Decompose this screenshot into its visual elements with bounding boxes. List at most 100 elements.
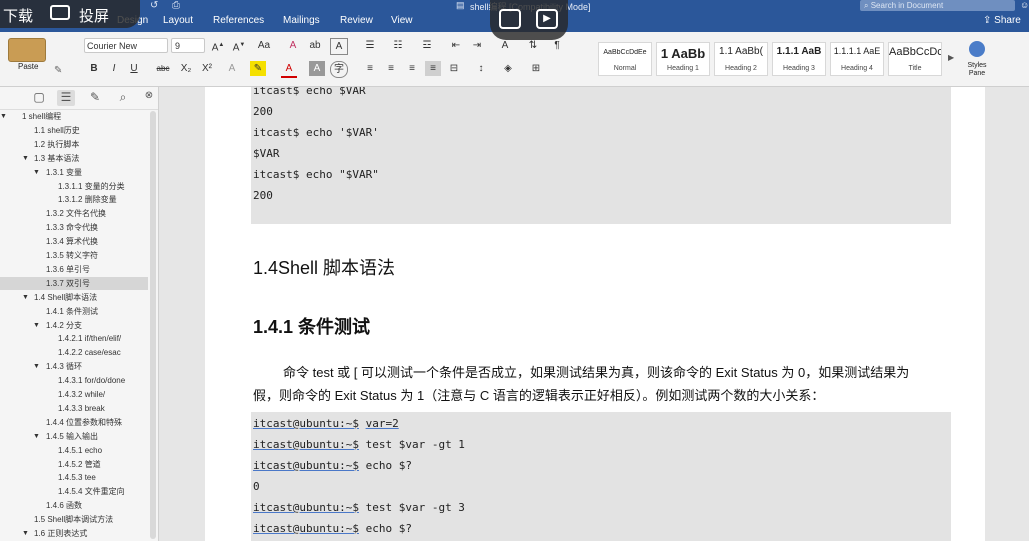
style-normal[interactable]: AaBbCcDdEe Normal <box>598 42 652 76</box>
justify-icon[interactable]: ≡ <box>425 61 441 76</box>
disclosure-triangle-icon[interactable]: ▼ <box>33 166 40 179</box>
increase-indent-icon[interactable]: ⇥ <box>469 38 485 53</box>
play-icon[interactable]: ▶ <box>536 9 558 29</box>
phonetic-icon[interactable]: ab <box>307 38 323 53</box>
undo-icon[interactable]: ↺ <box>150 0 158 11</box>
outline-item[interactable]: 1.3.1.2 删除变量 <box>0 193 148 206</box>
print-icon[interactable]: ⎙ <box>172 0 180 11</box>
profile-icon[interactable]: ☺ <box>1020 0 1029 10</box>
disclosure-triangle-icon[interactable]: ▼ <box>0 110 7 123</box>
disclosure-triangle-icon[interactable]: ▼ <box>22 291 29 304</box>
outline-item[interactable]: 1.4.2.1 if/then/elif/ <box>0 332 148 345</box>
share-button[interactable]: ⇪ Share <box>983 15 1021 26</box>
tab-mailings[interactable]: Mailings <box>283 15 320 26</box>
outline-item[interactable]: 1.3.7 双引号 <box>0 276 148 290</box>
font-size-select[interactable]: 9 <box>171 38 205 53</box>
style-title[interactable]: AaBbCcDc Title <box>888 42 942 76</box>
outline-item[interactable]: ▼ 1.3 基本语法 <box>0 152 148 165</box>
outline-item[interactable]: ▼ 1.4.3 循环 <box>0 360 148 373</box>
tab-review[interactable]: Review <box>340 15 373 26</box>
outline-item[interactable]: 1.4.5.3 tee <box>0 471 148 484</box>
outline-item[interactable]: 1.4.2.2 case/esac <box>0 346 148 359</box>
line-spacing-icon[interactable]: ↕ <box>473 61 489 76</box>
outline-item[interactable]: 1.3.2 文件名代换 <box>0 207 148 220</box>
borders-icon[interactable]: ⊞ <box>528 61 544 76</box>
bold-icon[interactable]: B <box>86 61 102 76</box>
distributed-icon[interactable]: ⊟ <box>446 61 462 76</box>
enclose-char-icon[interactable]: 字 <box>330 61 348 78</box>
char-shading-icon[interactable]: A <box>309 61 325 76</box>
bullets-icon[interactable]: ☰ <box>362 38 378 53</box>
highlight-icon[interactable]: ✎ <box>250 61 266 76</box>
format-painter-icon[interactable]: ✎ <box>54 65 62 76</box>
outline-item[interactable]: 1.4.6 函数 <box>0 499 148 512</box>
outline-item[interactable]: ▼ 1.3.1 变量 <box>0 166 148 179</box>
cast-icon[interactable] <box>50 5 70 20</box>
numbering-icon[interactable]: ☷ <box>390 38 406 53</box>
disclosure-triangle-icon[interactable]: ▼ <box>33 319 40 332</box>
asian-layout-icon[interactable]: A <box>497 38 513 53</box>
subscript-icon[interactable]: X₂ <box>178 61 194 76</box>
change-case-icon[interactable]: Aa <box>256 38 272 53</box>
close-icon[interactable]: ⊗ <box>140 90 158 106</box>
outline-item[interactable]: ▼ 1 shell编程 <box>0 110 148 123</box>
strikethrough-icon[interactable]: abc <box>155 61 171 76</box>
tab-view[interactable]: View <box>391 15 413 26</box>
outline-item[interactable]: ▼ 1.4.2 分支 <box>0 319 148 332</box>
paste-icon[interactable] <box>8 38 46 62</box>
outline-item[interactable]: 1.3.1.1 变量的分类 <box>0 180 148 193</box>
char-border-icon[interactable]: A <box>330 38 348 55</box>
style-heading-3[interactable]: 1.1.1 AaB Heading 3 <box>772 42 826 76</box>
thumbnails-icon[interactable]: ▢ <box>30 90 48 106</box>
italic-icon[interactable]: I <box>106 61 122 76</box>
search-input[interactable]: ⌕ Search in Document <box>860 0 1015 11</box>
disclosure-triangle-icon[interactable]: ▼ <box>33 360 40 373</box>
tab-layout[interactable]: Layout <box>163 15 193 26</box>
search-icon[interactable]: ⌕ <box>114 90 132 106</box>
pip-icon[interactable] <box>499 9 521 29</box>
disclosure-triangle-icon[interactable]: ▼ <box>33 430 40 443</box>
outline-item[interactable]: 1.4.3.1 for/do/done <box>0 374 148 387</box>
font-color-icon[interactable]: A <box>281 61 297 78</box>
outline-item[interactable]: 1.4.5.2 管道 <box>0 458 148 471</box>
show-marks-icon[interactable]: ¶ <box>549 38 565 53</box>
outline-item[interactable]: 1.3.3 命令代换 <box>0 221 148 234</box>
disclosure-triangle-icon[interactable]: ▼ <box>22 152 29 165</box>
styles-pane-icon[interactable] <box>969 41 985 57</box>
sidebar-scrollbar[interactable] <box>150 111 156 539</box>
cast-label[interactable]: 投屏 <box>79 5 109 26</box>
reviewing-icon[interactable]: ✎ <box>86 90 104 106</box>
download-label[interactable]: 下载 <box>3 5 33 26</box>
grow-font-icon[interactable]: A▲ <box>210 38 226 53</box>
outline-item[interactable]: 1.4.1 条件测试 <box>0 305 148 318</box>
styles-more-icon[interactable]: ▶ <box>948 53 954 62</box>
style-heading-4[interactable]: 1.1.1.1 AaE Heading 4 <box>830 42 884 76</box>
outline-item[interactable]: 1.4.5.4 文件重定向 <box>0 485 148 498</box>
decrease-indent-icon[interactable]: ⇤ <box>448 38 464 53</box>
outline-item[interactable]: ▼ 1.4 Shell脚本语法 <box>0 291 148 304</box>
multilevel-list-icon[interactable]: ☲ <box>419 38 435 53</box>
align-center-icon[interactable]: ≡ <box>383 61 399 76</box>
outline-item[interactable]: 1.2 执行脚本 <box>0 138 148 151</box>
outline-item[interactable]: ▼ 1.6 正则表达式 <box>0 527 148 540</box>
align-left-icon[interactable]: ≡ <box>362 61 378 76</box>
sort-icon[interactable]: ⇅ <box>525 38 541 53</box>
style-heading-2[interactable]: 1.1 AaBb(Heading 2 <box>714 42 768 76</box>
shrink-font-icon[interactable]: A▼ <box>231 38 247 53</box>
font-name-select[interactable]: Courier New <box>84 38 168 53</box>
outline-item[interactable]: 1.4.3.2 while/ <box>0 388 148 401</box>
underline-icon[interactable]: U <box>126 61 142 76</box>
outline-item[interactable]: 1.1 shell历史 <box>0 124 148 137</box>
outline-item[interactable]: 1.5 Shell脚本调试方法 <box>0 513 148 526</box>
outline-item[interactable]: ▼ 1.4.5 输入输出 <box>0 430 148 443</box>
outline-item[interactable]: 1.3.6 单引号 <box>0 263 148 276</box>
outline-item[interactable]: 1.3.4 算术代换 <box>0 235 148 248</box>
style-heading-1[interactable]: 1 AaBb Heading 1 <box>656 42 710 76</box>
outline-item[interactable]: 1.4.5.1 echo <box>0 444 148 457</box>
shading-icon[interactable]: ◈ <box>500 61 516 76</box>
outline-item[interactable]: 1.4.3.3 break <box>0 402 148 415</box>
disclosure-triangle-icon[interactable]: ▼ <box>22 527 29 540</box>
outline-icon[interactable]: ☰ <box>57 90 75 106</box>
superscript-icon[interactable]: X² <box>199 61 215 76</box>
outline-item[interactable]: 1.4.4 位置参数和特殊 <box>0 416 148 429</box>
